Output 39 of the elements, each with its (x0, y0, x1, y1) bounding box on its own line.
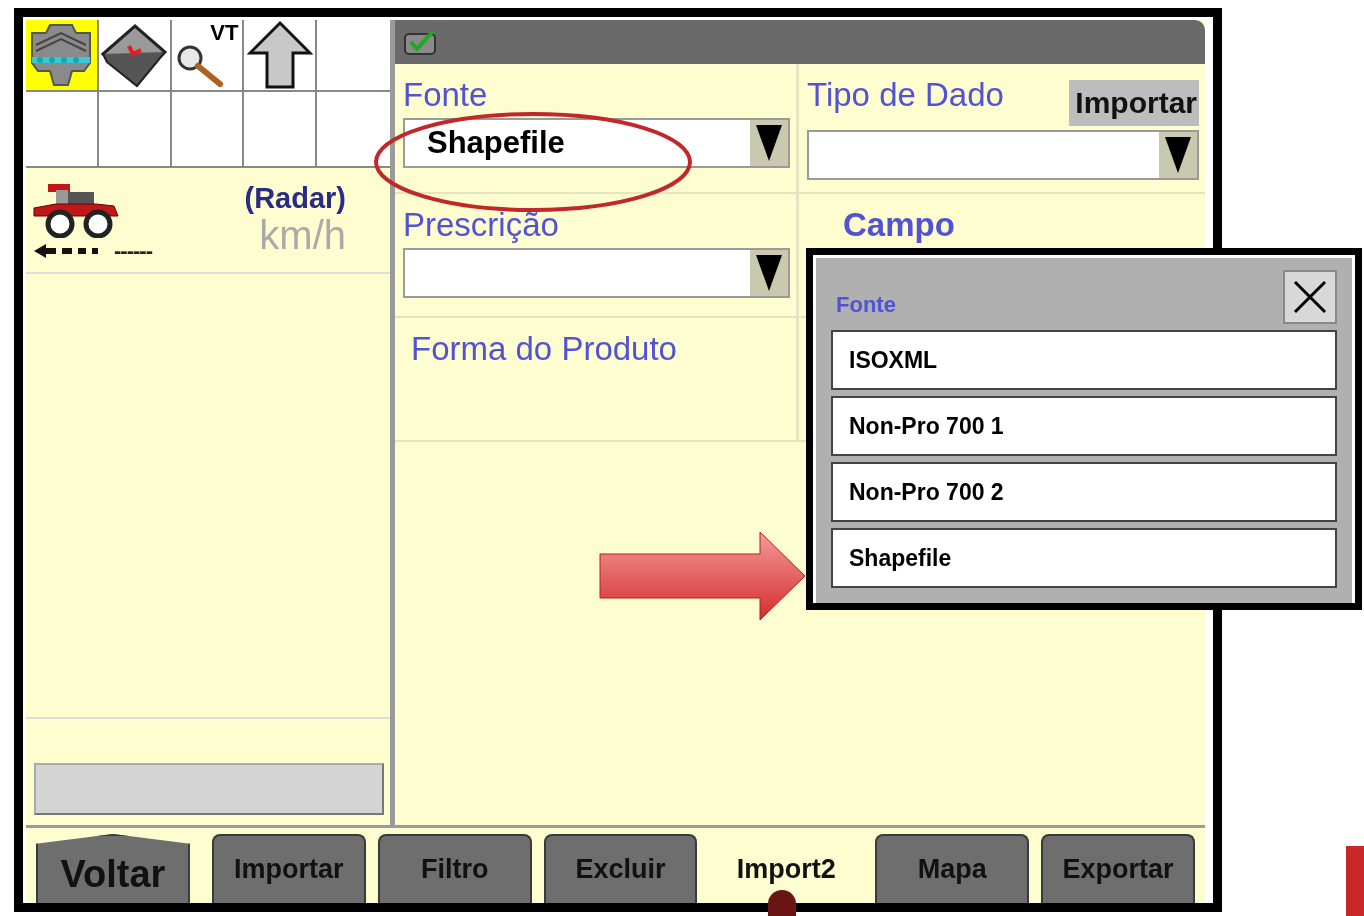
field-label: Fonte (403, 76, 489, 114)
dropdown-arrow-icon (755, 253, 783, 293)
dropdown-field[interactable]: Shapefile (403, 118, 790, 168)
popup-title: Fonte (835, 292, 896, 319)
toolbar-key[interactable] (26, 20, 99, 92)
field-label: Forma do Produto (410, 330, 678, 368)
speed-unit: km/h (259, 215, 346, 255)
dropdown-arrow-icon (755, 123, 783, 163)
close-button[interactable] (1283, 270, 1337, 324)
import-button[interactable]: Importar (1069, 80, 1199, 126)
book-icon (99, 22, 170, 88)
tractor-icon (32, 182, 120, 238)
up-arrow-icon (246, 20, 313, 90)
blank-key[interactable] (34, 763, 384, 815)
tab[interactable]: Importar (211, 834, 366, 903)
close-icon (1293, 280, 1327, 314)
tab[interactable]: Excluir (543, 834, 698, 903)
tab[interactable]: Filtro (377, 834, 532, 903)
list-option[interactable]: Non-Pro 700 1 (831, 396, 1337, 456)
back-tab[interactable]: Voltar (36, 834, 190, 903)
field-label: Campo (842, 206, 956, 244)
list-option[interactable]: Non-Pro 700 2 (831, 462, 1337, 522)
dropdown-field[interactable] (807, 130, 1199, 180)
dropdown-field[interactable] (403, 248, 790, 298)
dropdown-arrow-icon (1164, 135, 1192, 175)
tab[interactable]: Exportar (1041, 834, 1195, 903)
field-label: Tipo de Dado (807, 76, 1004, 114)
toolbar-key[interactable] (244, 20, 318, 92)
vt-label: VT (210, 20, 239, 46)
speed-value: ------ (114, 238, 152, 264)
checkbox-icon[interactable] (403, 28, 439, 56)
field-label: Prescrição (403, 206, 560, 244)
toolbar-key[interactable] (98, 20, 172, 92)
speed-source: (Radar) (244, 182, 346, 215)
list-option[interactable]: Shapefile (831, 528, 1337, 588)
list-option[interactable]: ISOXML (831, 330, 1337, 390)
edge-bar (1346, 846, 1364, 916)
toolbar-key[interactable]: VT (171, 20, 245, 92)
tab[interactable]: Mapa (875, 834, 1030, 903)
